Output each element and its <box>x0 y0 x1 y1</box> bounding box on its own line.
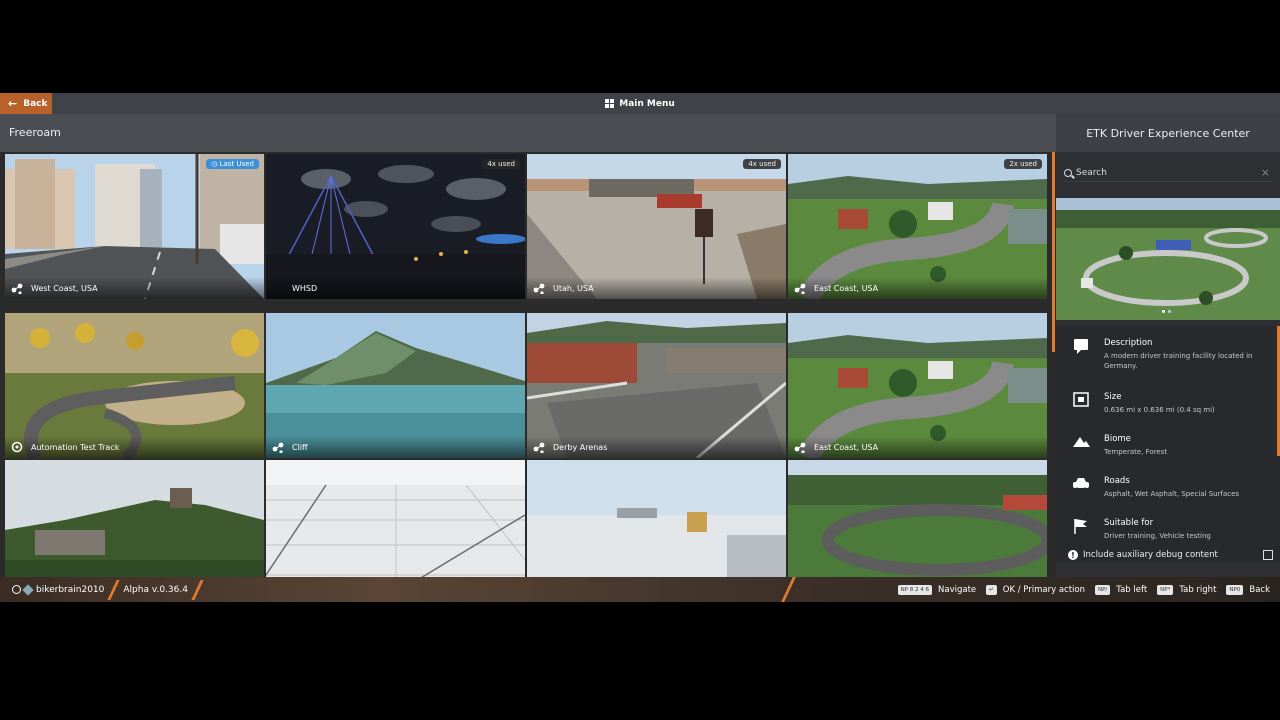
search-input[interactable]: Search × <box>1064 164 1272 182</box>
user-icon <box>22 583 34 596</box>
level-preview-image <box>1056 198 1280 320</box>
usage-badge: 2x used <box>1004 159 1042 169</box>
level-tile[interactable] <box>527 460 786 577</box>
level-label: Derby Arenas <box>527 436 786 458</box>
level-tile[interactable]: East Coast, USA <box>788 313 1047 458</box>
comment-icon <box>1074 339 1088 354</box>
keyboard-icon: ↵ <box>986 584 997 595</box>
level-thumbnail <box>527 460 786 577</box>
level-info-list: Description A modern driver training faci… <box>1056 326 1280 562</box>
info-size: Size 0.636 mi x 0.636 mi (0.4 sq mi) <box>1068 392 1273 415</box>
car-icon <box>1073 478 1089 491</box>
arrow-left-icon: ← <box>8 97 18 110</box>
hint-tab-left[interactable]: NP/Tab left <box>1095 584 1147 595</box>
top-bar: ← Back Main Menu <box>0 93 1280 114</box>
info-biome: Biome Temperate, Forest <box>1068 434 1273 457</box>
carousel-dots[interactable] <box>1162 310 1171 313</box>
level-thumbnail <box>5 460 264 577</box>
usage-badge: 4x used <box>743 159 781 169</box>
level-label: Utah, USA <box>527 277 786 299</box>
username: bikerbrain2010 <box>36 584 105 595</box>
main-menu-button[interactable]: Main Menu <box>0 93 1280 114</box>
scroll-indicator <box>1052 152 1055 352</box>
search-placeholder: Search <box>1076 167 1107 178</box>
version: Alpha v.0.36.4 <box>123 584 188 595</box>
map-pin-icon <box>533 283 545 294</box>
level-tile[interactable]: 2x used East Coast, USA <box>788 154 1047 299</box>
level-thumbnail <box>266 460 525 577</box>
debug-content-toggle[interactable]: ! Include auxiliary debug content <box>1068 548 1273 562</box>
bottom-bar: bikerbrain2010 Alpha v.0.36.4 NP 8 2 4 6… <box>0 577 1280 602</box>
map-pin-icon <box>794 283 806 294</box>
hint-back[interactable]: NP0 Back <box>1226 584 1270 595</box>
divider <box>191 579 204 600</box>
map-pin-icon <box>272 442 284 453</box>
hint-ok[interactable]: ↵ OK / Primary action <box>986 584 1085 595</box>
grid-icon <box>605 99 615 108</box>
debug-label: Include auxiliary debug content <box>1083 550 1218 560</box>
section-header: Freeroam <box>0 114 1056 152</box>
level-tile[interactable]: ◷ Last Used West Coast, USA <box>5 154 264 299</box>
usage-badge: ◷ Last Used <box>206 159 259 169</box>
automation-icon <box>11 441 23 453</box>
user-info: bikerbrain2010 Alpha v.0.36.4 <box>12 577 207 602</box>
level-tile[interactable]: Cliff <box>266 313 525 458</box>
flag-icon <box>1074 519 1087 534</box>
usage-badge: 4x used <box>482 159 520 169</box>
keyboard-icon: NP0 <box>1226 584 1244 595</box>
divider <box>107 579 121 600</box>
back-button[interactable]: ← Back <box>0 93 52 114</box>
main-menu-label: Main Menu <box>619 98 675 109</box>
close-icon[interactable]: × <box>1261 166 1270 179</box>
level-tile[interactable]: 4x used WHSD <box>266 154 525 299</box>
level-tile[interactable] <box>266 460 525 577</box>
level-grid[interactable]: ◷ Last Used West Coast, USA 4x used WHSD… <box>0 152 1052 577</box>
level-tile[interactable] <box>5 460 264 577</box>
keyboard-icon: NP/ <box>1095 584 1111 595</box>
info-description: Description A modern driver training faci… <box>1068 338 1273 371</box>
info-icon: ! <box>1068 550 1078 560</box>
map-pin-icon <box>11 283 23 294</box>
level-thumbnail <box>788 460 1047 577</box>
hint-tab-right[interactable]: NP* Tab right <box>1157 584 1216 595</box>
info-roads: Roads Asphalt, Wet Asphalt, Special Surfa… <box>1068 476 1273 499</box>
hint-navigate[interactable]: NP 8 2 4 6 Navigate <box>897 584 976 595</box>
info-suitable-for: Suitable for Driver training, Vehicle tes… <box>1068 518 1273 541</box>
level-label: West Coast, USA <box>5 277 264 299</box>
level-label: East Coast, USA <box>788 277 1047 299</box>
level-label: East Coast, USA <box>788 436 1047 458</box>
search-icon <box>1064 168 1072 177</box>
level-tile[interactable]: Derby Arenas <box>527 313 786 458</box>
section-title: Freeroam <box>9 126 61 139</box>
level-label: Automation Test Track <box>5 436 264 458</box>
debug-checkbox[interactable] <box>1263 550 1273 560</box>
divider <box>781 577 796 602</box>
app-window: ← Back Main Menu Freeroam ◷ Last Used We… <box>0 93 1280 602</box>
level-details-panel: ETK Driver Experience Center Search × De… <box>1052 114 1280 577</box>
mountain-icon <box>1073 437 1090 447</box>
level-label: Cliff <box>266 436 525 458</box>
panel-title: ETK Driver Experience Center <box>1056 114 1280 152</box>
keyboard-icon: NP 8 2 4 6 <box>897 584 932 595</box>
keyboard-icon: NP* <box>1157 584 1174 595</box>
level-tile[interactable]: Automation Test Track <box>5 313 264 458</box>
controller-hints: NP 8 2 4 6 Navigate ↵ OK / Primary action … <box>888 577 1270 602</box>
map-pin-icon <box>794 442 806 453</box>
level-label: WHSD <box>266 277 525 299</box>
level-tile[interactable]: 4x used Utah, USA <box>527 154 786 299</box>
globe-icon <box>12 585 21 594</box>
clock-icon: ◷ <box>211 160 220 168</box>
map-pin-icon <box>533 442 545 453</box>
level-tile[interactable] <box>788 460 1047 577</box>
back-label: Back <box>23 98 48 109</box>
size-icon <box>1073 392 1089 407</box>
